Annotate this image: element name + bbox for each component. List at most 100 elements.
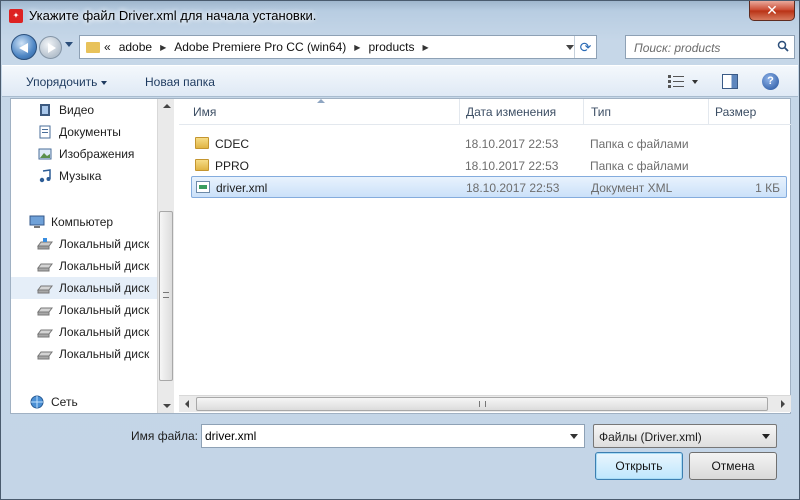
recent-pages-dropdown[interactable] (65, 42, 73, 47)
column-header-size[interactable]: Размер (715, 105, 756, 119)
drive-icon (37, 329, 53, 338)
nav-item-label: Локальный диск (59, 303, 150, 317)
help-icon[interactable]: ? (762, 73, 779, 90)
breadcrumb-overflow[interactable]: « (100, 40, 115, 54)
nav-item-local-disk-4[interactable]: Локальный диск (11, 299, 157, 321)
new-folder-button[interactable]: Новая папка (145, 75, 215, 89)
chevron-down-icon[interactable] (762, 434, 770, 439)
column-divider[interactable] (708, 99, 709, 125)
sort-ascending-icon (317, 99, 325, 103)
nav-item-local-disk-3[interactable]: Локальный диск (11, 277, 157, 299)
nav-item-label: Музыка (59, 169, 102, 183)
file-name: PPRO (215, 159, 250, 173)
scroll-up-icon[interactable] (163, 104, 171, 108)
title-bar: ✦ Укажите файл Driver.xml для начала уст… (1, 1, 800, 31)
nav-item-label: Локальный диск (59, 281, 150, 295)
scroll-down-icon[interactable] (163, 404, 171, 408)
nav-item-local-disk-2[interactable]: Локальный диск (11, 255, 157, 277)
filename-field[interactable] (201, 424, 585, 448)
view-dropdown-icon[interactable] (692, 80, 698, 84)
back-button[interactable] (11, 34, 37, 60)
filetype-select[interactable]: Файлы (Driver.xml) (593, 424, 777, 448)
organize-menu-button[interactable]: Упорядочить (26, 75, 108, 89)
file-list-pane: Имя Дата изменения Тип Размер CDEC 18.10… (179, 99, 791, 413)
nav-item-pictures[interactable]: Изображения (11, 143, 157, 165)
nav-item-local-disk-1[interactable]: Локальный диск (11, 233, 157, 255)
adobe-app-icon: ✦ (9, 9, 23, 23)
column-header-name[interactable]: Имя (193, 105, 216, 119)
breadcrumb-separator-icon[interactable]: ▶ (350, 43, 364, 52)
forward-button[interactable] (39, 36, 62, 59)
file-row-cdec[interactable]: CDEC 18.10.2017 22:53 Папка с файлами (191, 133, 787, 155)
nav-item-label: Локальный диск (59, 237, 150, 251)
folder-icon (86, 41, 100, 53)
nav-pane-scrollbar[interactable] (157, 99, 174, 413)
file-list-hscrollbar[interactable] (179, 395, 791, 412)
drive-icon (37, 263, 53, 272)
folder-icon (195, 159, 209, 171)
file-date: 18.10.2017 22:53 (465, 159, 559, 173)
nav-item-computer[interactable]: Компьютер (11, 211, 157, 233)
close-button[interactable]: ✕ (749, 1, 795, 21)
nav-item-local-disk-5[interactable]: Локальный диск (11, 321, 157, 343)
refresh-icon[interactable]: ⟳ (574, 36, 596, 58)
column-divider[interactable] (459, 99, 460, 125)
breadcrumb-separator-icon[interactable]: ▶ (156, 43, 170, 52)
video-library-icon (40, 104, 50, 116)
navigation-pane: Видео Документы Изображения Музыка Компь… (11, 99, 177, 413)
window-title: Укажите файл Driver.xml для начала устан… (29, 8, 317, 23)
breadcrumb-premiere[interactable]: Adobe Premiere Pro CC (win64) (170, 40, 350, 54)
documents-library-icon (39, 125, 51, 139)
nav-item-music[interactable]: Музыка (11, 165, 157, 187)
file-date: 18.10.2017 22:53 (466, 181, 560, 195)
drive-icon (37, 351, 53, 360)
nav-item-label: Компьютер (51, 215, 114, 229)
file-date: 18.10.2017 22:53 (465, 137, 559, 151)
breadcrumb-separator-icon[interactable]: ▶ (418, 43, 432, 52)
filename-input[interactable] (205, 428, 555, 444)
breadcrumb-adobe[interactable]: adobe (115, 40, 156, 54)
nav-item-documents[interactable]: Документы (11, 121, 157, 143)
scroll-right-icon[interactable] (781, 400, 785, 408)
open-button[interactable]: Открыть (595, 452, 683, 480)
drive-icon (37, 285, 53, 294)
preview-pane-icon[interactable] (722, 74, 738, 89)
nav-item-video[interactable]: Видео (11, 99, 157, 121)
view-options-icon[interactable] (668, 75, 684, 88)
column-divider[interactable] (583, 99, 584, 125)
file-type: Папка с файлами (590, 137, 689, 151)
organize-label: Упорядочить (26, 75, 98, 89)
file-row-ppro[interactable]: PPRO 18.10.2017 22:53 Папка с файлами (191, 155, 787, 177)
column-header-date[interactable]: Дата изменения (466, 105, 556, 119)
filename-history-dropdown-icon[interactable] (570, 434, 578, 439)
address-history-dropdown[interactable] (566, 45, 574, 50)
filename-label: Имя файла: (131, 429, 198, 443)
file-row-driver-xml[interactable]: driver.xml 18.10.2017 22:53 Документ XML… (191, 176, 787, 198)
file-name: CDEC (215, 137, 250, 151)
search-icon[interactable] (777, 40, 789, 52)
pictures-library-icon (38, 148, 52, 160)
navigation-row: « adobe ▶ Adobe Premiere Pro CC (win64) … (7, 33, 795, 61)
file-type: Папка с файлами (590, 159, 689, 173)
nav-item-label: Изображения (59, 147, 135, 161)
grip-icon (479, 401, 486, 407)
column-headers: Имя Дата изменения Тип Размер (179, 99, 791, 125)
chevron-down-icon (101, 80, 108, 85)
music-library-icon (39, 169, 51, 183)
file-dialog-window: ✦ Укажите файл Driver.xml для начала уст… (0, 0, 800, 500)
scrollbar-thumb[interactable] (196, 397, 768, 411)
scrollbar-thumb[interactable] (159, 211, 173, 381)
nav-item-local-disk-6[interactable]: Локальный диск (11, 343, 157, 365)
nav-item-label: Документы (59, 125, 121, 139)
nav-item-label: Локальный диск (59, 347, 150, 361)
nav-item-network[interactable]: Сеть (11, 391, 157, 413)
nav-item-label: Локальный диск (59, 259, 150, 273)
search-input[interactable]: Поиск: products (625, 35, 795, 59)
file-type: Документ XML (591, 181, 673, 195)
cancel-button[interactable]: Отмена (689, 452, 777, 480)
scroll-left-icon[interactable] (185, 400, 189, 408)
column-header-type[interactable]: Тип (591, 105, 611, 119)
breadcrumb-products[interactable]: products (364, 40, 418, 54)
filetype-value: Файлы (Driver.xml) (599, 430, 702, 444)
address-bar[interactable]: « adobe ▶ Adobe Premiere Pro CC (win64) … (79, 35, 597, 59)
